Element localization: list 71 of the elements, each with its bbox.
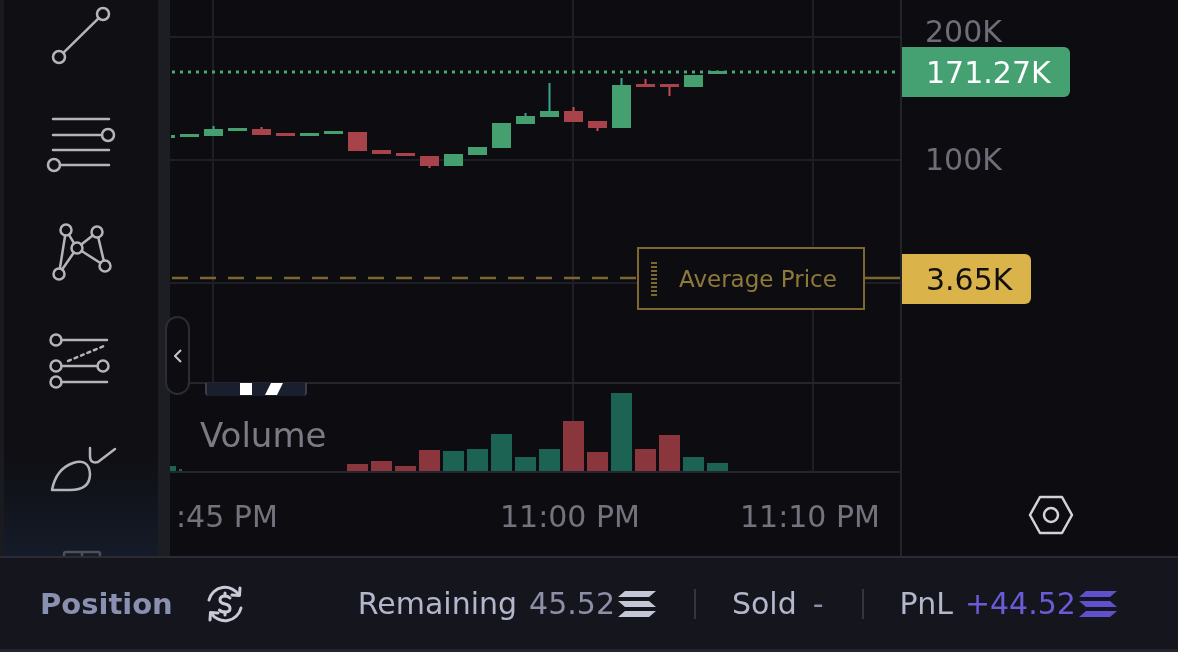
candle	[228, 128, 247, 131]
slash-icon	[265, 383, 283, 395]
remaining-label: Remaining	[357, 585, 518, 622]
candle	[708, 71, 727, 74]
candle	[348, 132, 367, 151]
volume-bar	[659, 435, 680, 471]
price-label: 200K	[925, 15, 1002, 49]
pnl-value: +44.52	[964, 585, 1076, 622]
drag-handle-icon[interactable]	[651, 261, 657, 296]
candle	[396, 153, 415, 156]
candle	[300, 133, 319, 136]
average-price-tag[interactable]: Average Price	[637, 247, 865, 310]
candle	[636, 78, 655, 87]
parallel-lines-icon[interactable]	[46, 117, 116, 173]
volume-bar	[170, 466, 176, 471]
candle	[564, 106, 583, 122]
token-icon	[617, 590, 656, 617]
volume-bar	[347, 464, 368, 471]
square-icon	[240, 383, 252, 395]
chevron-left-icon	[173, 348, 182, 363]
volume-bar	[371, 461, 392, 471]
candle	[588, 121, 607, 132]
candle	[372, 150, 391, 154]
token-icon	[1078, 590, 1117, 617]
position-title: Position	[40, 585, 173, 622]
candle	[276, 133, 295, 136]
candle	[516, 112, 535, 124]
volume-bar	[419, 450, 440, 471]
brush-icon[interactable]	[50, 446, 117, 492]
volume-bar	[395, 466, 416, 471]
connected-nodes-icon[interactable]	[52, 223, 112, 281]
candle	[444, 154, 463, 166]
average-price-line	[865, 276, 900, 280]
last-price-badge: 171.27K	[902, 47, 1070, 97]
volume-bar	[491, 434, 512, 471]
volume-label: Volume	[200, 414, 327, 456]
line-segment-icon[interactable]	[51, 6, 111, 65]
sold-value: -	[812, 585, 824, 622]
lines-with-dots-icon[interactable]	[49, 333, 110, 389]
candle	[324, 131, 343, 134]
candle	[684, 75, 703, 87]
candle	[252, 126, 271, 135]
candle	[420, 156, 439, 169]
pane-tab[interactable]	[205, 383, 307, 396]
candle	[171, 135, 175, 138]
price-label: 100K	[925, 143, 1002, 177]
time-label: 11:10 PM	[740, 500, 880, 534]
candle	[180, 134, 199, 137]
volume-bar	[563, 421, 584, 471]
volume-bar	[683, 457, 704, 471]
candle	[540, 82, 559, 117]
pnl-label: PnL	[899, 585, 953, 622]
candle	[204, 125, 223, 136]
remaining-value: 45.52	[529, 585, 615, 622]
time-label: 11:00 PM	[500, 500, 640, 534]
candle	[612, 77, 631, 128]
volume-bar	[443, 451, 464, 471]
volume-bar	[515, 457, 536, 471]
sold-label: Sold	[731, 585, 797, 622]
volume-bar	[467, 449, 488, 471]
candle	[660, 84, 679, 97]
settings-icon[interactable]	[1028, 494, 1074, 535]
volume-bar	[635, 449, 656, 471]
time-label: :45 PM	[176, 500, 278, 534]
volume-bar	[539, 449, 560, 471]
average-price-badge: 3.65K	[902, 254, 1031, 304]
candle	[492, 123, 511, 148]
candle	[468, 147, 487, 155]
average-price-label: Average Price	[679, 264, 837, 293]
volume-bar	[587, 452, 608, 471]
volume-bar	[707, 463, 728, 471]
